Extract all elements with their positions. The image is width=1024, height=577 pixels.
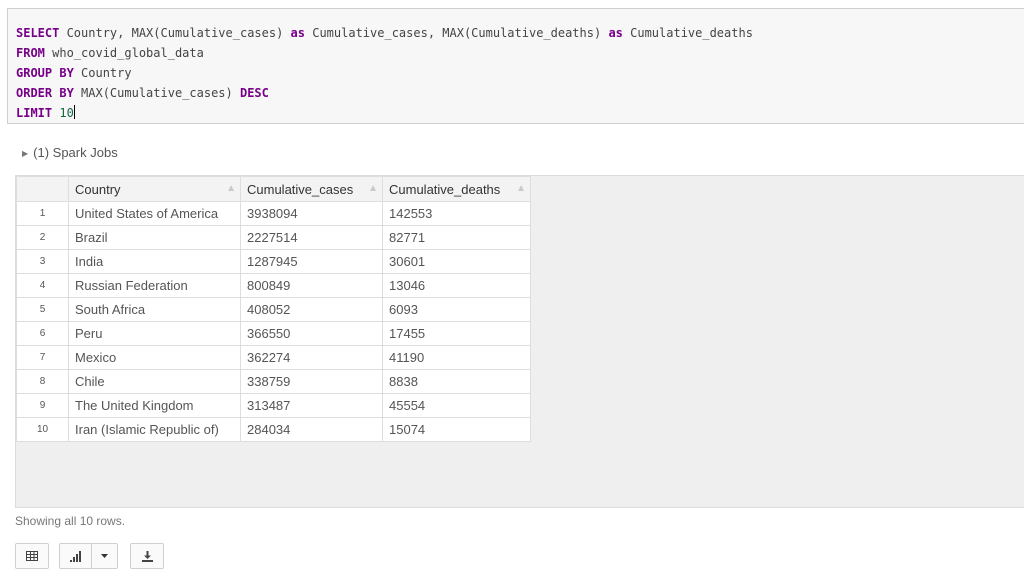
cell-deaths: 13046 bbox=[382, 273, 531, 298]
row-index: 8 bbox=[16, 369, 69, 394]
caret-right-icon: ▶ bbox=[22, 149, 29, 158]
cell-country: The United Kingdom bbox=[68, 393, 241, 418]
table-row: 10 Iran (Islamic Republic of) 284034 15074 bbox=[16, 417, 531, 442]
row-index: 5 bbox=[16, 297, 69, 322]
cell-cases: 408052 bbox=[240, 297, 383, 322]
cell-country: India bbox=[68, 249, 241, 274]
column-header-country[interactable]: Country ▲ bbox=[68, 176, 241, 202]
code-line-5: LIMIT 10 bbox=[16, 105, 75, 120]
column-header-cumulative-deaths[interactable]: Cumulative_deaths ▲ bbox=[382, 176, 531, 202]
download-icon bbox=[141, 550, 153, 562]
sql-editor[interactable]: SELECT Country, MAX(Cumulative_cases) as… bbox=[16, 23, 753, 123]
table-icon bbox=[26, 551, 38, 561]
result-panel: Country ▲ Cumulative_cases ▲ Cumulative_de… bbox=[15, 175, 1024, 508]
cell-country: United States of America bbox=[68, 201, 241, 226]
cell-cases: 3938094 bbox=[240, 201, 383, 226]
table-row: 8 Chile 338759 8838 bbox=[16, 369, 531, 394]
code-line-4: ORDER BY MAX(Cumulative_cases) DESC bbox=[16, 86, 269, 100]
table-row: 1 United States of America 3938094 142553 bbox=[16, 201, 531, 226]
cell-deaths: 41190 bbox=[382, 345, 531, 370]
chart-options-dropdown[interactable] bbox=[91, 543, 118, 569]
cell-deaths: 6093 bbox=[382, 297, 531, 322]
row-index-header bbox=[16, 176, 69, 202]
download-button[interactable] bbox=[130, 543, 164, 569]
chart-view-button[interactable] bbox=[59, 543, 92, 569]
spark-jobs-toggle[interactable]: ▶ (1) Spark Jobs bbox=[22, 145, 118, 160]
cell-deaths: 45554 bbox=[382, 393, 531, 418]
table-row: 9 The United Kingdom 313487 45554 bbox=[16, 393, 531, 418]
table-row: 4 Russian Federation 800849 13046 bbox=[16, 273, 531, 298]
cell-cases: 338759 bbox=[240, 369, 383, 394]
table-row: 2 Brazil 2227514 82771 bbox=[16, 225, 531, 250]
cell-cases: 362274 bbox=[240, 345, 383, 370]
cell-deaths: 17455 bbox=[382, 321, 531, 346]
cell-deaths: 15074 bbox=[382, 417, 531, 442]
spark-jobs-label: (1) Spark Jobs bbox=[33, 145, 118, 160]
sort-icon[interactable]: ▲ bbox=[368, 183, 378, 194]
bar-chart-icon bbox=[69, 550, 81, 562]
cell-deaths: 30601 bbox=[382, 249, 531, 274]
row-index: 10 bbox=[16, 417, 69, 442]
text-cursor bbox=[73, 105, 75, 119]
table-row: 7 Mexico 362274 41190 bbox=[16, 345, 531, 370]
row-index: 2 bbox=[16, 225, 69, 250]
results-table: Country ▲ Cumulative_cases ▲ Cumulative_de… bbox=[16, 176, 531, 442]
row-index: 9 bbox=[16, 393, 69, 418]
row-index: 7 bbox=[16, 345, 69, 370]
cell-country: South Africa bbox=[68, 297, 241, 322]
row-count-text: Showing all 10 rows. bbox=[15, 514, 126, 528]
table-row: 5 South Africa 408052 6093 bbox=[16, 297, 531, 322]
cell-cases: 2227514 bbox=[240, 225, 383, 250]
cell-cases: 284034 bbox=[240, 417, 383, 442]
code-line-3: GROUP BY Country bbox=[16, 66, 132, 80]
table-row: 3 India 1287945 30601 bbox=[16, 249, 531, 274]
row-index: 1 bbox=[16, 201, 69, 226]
cell-cases: 800849 bbox=[240, 273, 383, 298]
row-index: 4 bbox=[16, 273, 69, 298]
cell-country: Chile bbox=[68, 369, 241, 394]
sort-icon[interactable]: ▲ bbox=[516, 183, 526, 194]
table-header-row: Country ▲ Cumulative_cases ▲ Cumulative_de… bbox=[16, 176, 531, 202]
row-index: 3 bbox=[16, 249, 69, 274]
cell-cases: 313487 bbox=[240, 393, 383, 418]
cell-cases: 366550 bbox=[240, 321, 383, 346]
table-view-button[interactable] bbox=[15, 543, 49, 569]
cell-deaths: 8838 bbox=[382, 369, 531, 394]
sort-icon[interactable]: ▲ bbox=[226, 183, 236, 194]
column-header-cumulative-cases[interactable]: Cumulative_cases ▲ bbox=[240, 176, 383, 202]
code-cell[interactable]: SELECT Country, MAX(Cumulative_cases) as… bbox=[7, 8, 1024, 124]
cell-country: Mexico bbox=[68, 345, 241, 370]
cell-deaths: 142553 bbox=[382, 201, 531, 226]
cell-country: Russian Federation bbox=[68, 273, 241, 298]
cell-country: Peru bbox=[68, 321, 241, 346]
code-line-1: SELECT Country, MAX(Cumulative_cases) as… bbox=[16, 26, 753, 40]
cell-deaths: 82771 bbox=[382, 225, 531, 250]
row-index: 6 bbox=[16, 321, 69, 346]
caret-down-icon bbox=[101, 554, 108, 558]
cell-country: Brazil bbox=[68, 225, 241, 250]
table-row: 6 Peru 366550 17455 bbox=[16, 321, 531, 346]
code-line-2: FROM who_covid_global_data bbox=[16, 46, 204, 60]
cell-country: Iran (Islamic Republic of) bbox=[68, 417, 241, 442]
cell-cases: 1287945 bbox=[240, 249, 383, 274]
